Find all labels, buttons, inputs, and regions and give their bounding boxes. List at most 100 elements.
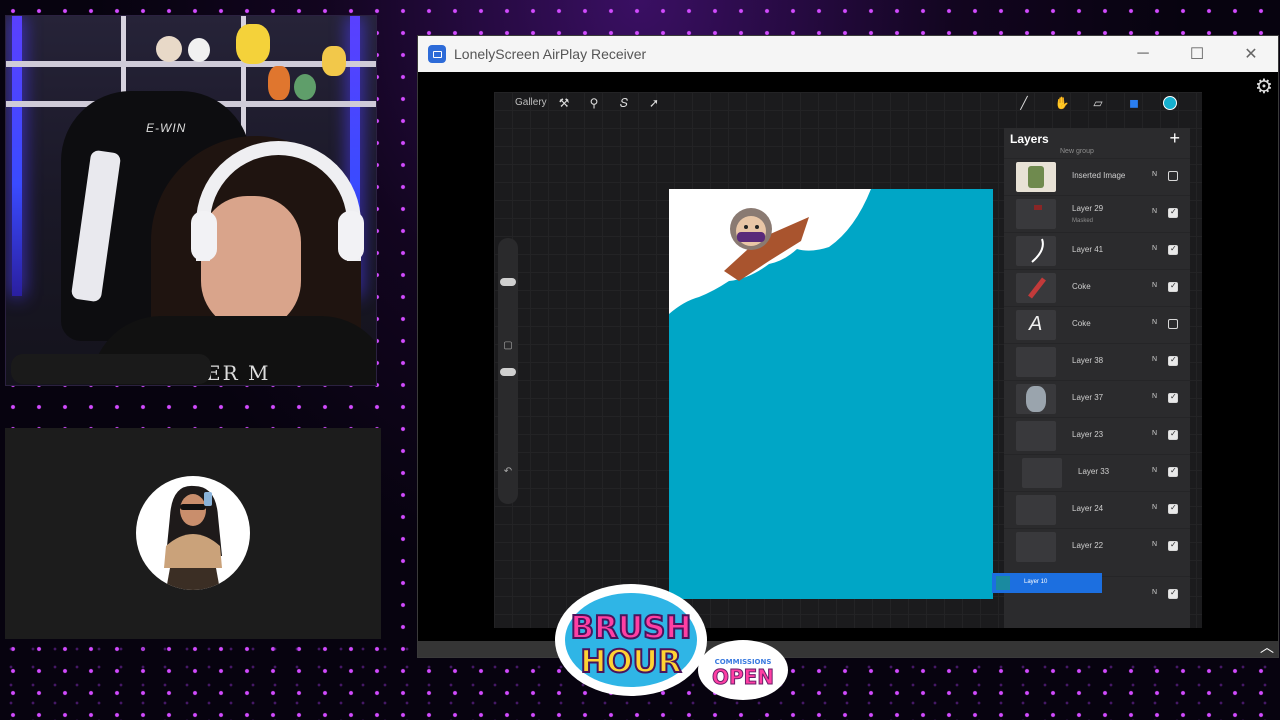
blend-mode[interactable]: N	[1152, 319, 1157, 326]
transform-icon[interactable]: ➚	[646, 95, 662, 111]
add-layer-button[interactable]: +	[1169, 128, 1180, 149]
charmander-figurine	[268, 66, 290, 100]
layer-thumbnail	[1016, 347, 1056, 377]
blend-mode[interactable]: N	[1152, 467, 1157, 474]
window-bottom-bar: ︿	[418, 639, 1278, 657]
window-title: LonelyScreen AirPlay Receiver	[454, 46, 647, 62]
brush-icon[interactable]: ╱	[1016, 95, 1032, 111]
minimize-button[interactable]: ─	[1116, 36, 1170, 72]
brush-hour-badge: BRUSH HOUR COMMISSIONS OPEN	[555, 584, 788, 700]
layer-name: Layer 41	[1072, 245, 1104, 254]
figurine	[188, 38, 210, 62]
microphone	[11, 354, 211, 384]
layer-row[interactable]: Layer 24 N	[1004, 491, 1190, 527]
layer-name: Layer 38	[1072, 356, 1104, 365]
brush-hour-logo: BRUSH HOUR COMMISSIONS OPEN	[553, 580, 793, 715]
airplay-receiver-window: LonelyScreen AirPlay Receiver ─ ☐ ✕ ⚙ Ga…	[417, 35, 1279, 658]
layer-group-label[interactable]: New group	[1060, 148, 1094, 155]
layer-row[interactable]: Layer 29 Masked N	[1004, 195, 1190, 231]
visibility-checkbox[interactable]	[1168, 429, 1178, 440]
layers-panel: Layers + New group Inserted Image N Laye…	[992, 128, 1190, 628]
blend-mode[interactable]: N	[1152, 208, 1157, 215]
visibility-checkbox[interactable]	[1168, 540, 1178, 551]
blend-mode[interactable]: N	[1152, 430, 1157, 437]
layer-name: Layer 23	[1072, 430, 1104, 439]
blend-mode[interactable]: N	[1152, 356, 1157, 363]
magic-wand-icon[interactable]: ⚲	[586, 95, 602, 111]
selected-layer-drag[interactable]: Layer 10	[992, 573, 1102, 593]
chevron-up-icon[interactable]: ︿	[1260, 637, 1274, 657]
brush-size-slider[interactable]	[500, 278, 516, 286]
wrench-icon[interactable]: ⚒	[556, 95, 572, 111]
headphone-cup-right	[338, 211, 364, 261]
visibility-checkbox[interactable]	[1168, 588, 1178, 599]
visibility-checkbox[interactable]	[1168, 503, 1178, 514]
smudge-icon[interactable]: ✋	[1054, 95, 1070, 111]
layer-name: Layer 33	[1078, 467, 1110, 476]
blend-mode[interactable]: N	[1152, 393, 1157, 400]
current-color-swatch[interactable]	[1163, 96, 1177, 110]
layer-name: Layer 10	[1024, 579, 1048, 585]
opacity-slider[interactable]	[500, 368, 516, 376]
visibility-checkbox[interactable]	[1168, 244, 1178, 255]
visibility-checkbox[interactable]	[1168, 466, 1178, 477]
layer-name: Coke	[1072, 319, 1091, 328]
layer-thumbnail	[1022, 458, 1062, 488]
visibility-checkbox[interactable]	[1168, 207, 1178, 218]
blend-mode[interactable]: N	[1152, 589, 1157, 596]
blend-mode[interactable]: N	[1152, 171, 1157, 178]
chair-stripe	[70, 149, 122, 303]
layer-name: Layer 29	[1072, 204, 1104, 213]
layer-row[interactable]: A Coke N	[1004, 306, 1190, 342]
visibility-checkbox[interactable]	[1168, 319, 1178, 329]
visibility-checkbox[interactable]	[1168, 355, 1178, 366]
blend-mode[interactable]: N	[1152, 245, 1157, 252]
eraser-icon[interactable]: ▱	[1090, 95, 1106, 111]
layer-thumbnail	[1016, 162, 1056, 192]
logo-line1: BRUSH	[571, 610, 692, 646]
layer-thumbnail	[1016, 384, 1056, 414]
visibility-checkbox[interactable]	[1168, 281, 1178, 292]
shirt-print: ER M	[206, 361, 271, 385]
layer-name: Layer 37	[1072, 393, 1104, 402]
logo-line2: HOUR	[580, 644, 681, 680]
blend-mode[interactable]: N	[1152, 282, 1157, 289]
selection-icon[interactable]: 𝑆	[616, 95, 632, 111]
maximize-button[interactable]: ☐	[1170, 36, 1224, 72]
visibility-checkbox[interactable]	[1168, 171, 1178, 181]
layer-row[interactable]: Layer 38 N	[1004, 343, 1190, 379]
avatar-panel	[5, 428, 381, 639]
layer-thumbnail	[1016, 273, 1056, 303]
open-label: OPEN	[712, 665, 774, 689]
layer-thumbnail	[996, 576, 1010, 590]
drawing-canvas[interactable]	[669, 189, 993, 599]
led-strip-left	[12, 16, 22, 296]
modify-button[interactable]: ▢	[502, 340, 514, 352]
layer-name: Layer 24	[1072, 504, 1104, 513]
layer-thumbnail	[1016, 495, 1056, 525]
close-button[interactable]: ✕	[1224, 36, 1278, 72]
gallery-button[interactable]: Gallery	[515, 97, 547, 108]
layer-name: Inserted Image	[1072, 171, 1126, 180]
undo-icon[interactable]: ↶	[502, 466, 514, 478]
blend-mode[interactable]: N	[1152, 541, 1157, 548]
bulbasaur-figurine	[294, 74, 316, 100]
layer-row[interactable]: Layer 41 N	[1004, 232, 1190, 268]
pikachu-figurine	[236, 24, 270, 64]
visibility-checkbox[interactable]	[1168, 392, 1178, 403]
avatar	[136, 476, 250, 590]
figurine	[156, 36, 182, 62]
layer-row[interactable]: Layer 33 N	[1004, 454, 1190, 490]
layer-row[interactable]: Layer 22 N	[1004, 528, 1190, 564]
settings-gear-icon[interactable]: ⚙	[1255, 74, 1273, 99]
layer-thumbnail: A	[1016, 310, 1056, 340]
layers-panel-title: Layers	[1010, 132, 1049, 146]
layer-row[interactable]: Coke N	[1004, 269, 1190, 305]
layer-row[interactable]: Inserted Image N	[1004, 158, 1190, 194]
layer-row[interactable]: Layer 23 N	[1004, 417, 1190, 453]
layer-thumbnail	[1016, 532, 1056, 562]
layer-status: Masked	[1072, 218, 1094, 224]
layer-row[interactable]: Layer 37 N	[1004, 380, 1190, 416]
layers-icon[interactable]: ◼	[1126, 95, 1142, 111]
blend-mode[interactable]: N	[1152, 504, 1157, 511]
